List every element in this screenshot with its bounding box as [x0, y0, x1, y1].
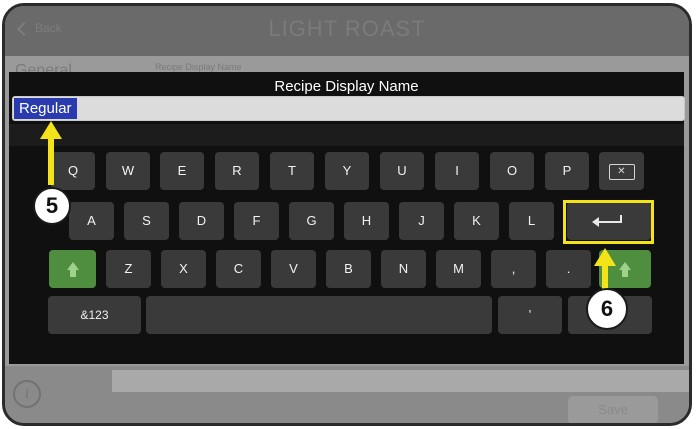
key-apostrophe[interactable]: ' [498, 296, 562, 334]
key-i[interactable]: I [435, 152, 479, 190]
key-o[interactable]: O [490, 152, 534, 190]
key-q[interactable]: Q [51, 152, 95, 190]
key-v[interactable]: V [271, 250, 316, 288]
key-w[interactable]: W [106, 152, 150, 190]
key-a[interactable]: A [69, 202, 114, 240]
arrow-6-shaft [602, 264, 608, 290]
key-j[interactable]: J [399, 202, 444, 240]
save-button[interactable]: Save [568, 396, 658, 423]
key-b[interactable]: B [326, 250, 371, 288]
shift-up-arrow-icon [65, 261, 81, 278]
key-k[interactable]: K [454, 202, 499, 240]
shift-left-key[interactable] [49, 250, 96, 288]
backspace-icon: ✕ [608, 163, 635, 180]
key-u[interactable]: U [380, 152, 424, 190]
key-comma[interactable]: , [491, 250, 536, 288]
key-z[interactable]: Z [106, 250, 151, 288]
space-key[interactable] [146, 296, 492, 334]
keyboard-title: Recipe Display Name [274, 78, 419, 95]
key-d[interactable]: D [179, 202, 224, 240]
selected-text: Regular [14, 98, 77, 119]
key-h[interactable]: H [344, 202, 389, 240]
key-s[interactable]: S [124, 202, 169, 240]
recipe-name-input[interactable]: Regular [12, 96, 685, 121]
key-period[interactable]: . [546, 250, 591, 288]
key-l[interactable]: L [509, 202, 554, 240]
bottom-strip [112, 370, 689, 392]
key-f[interactable]: F [234, 202, 279, 240]
recipe-display-name-label: Recipe Display Name [155, 62, 242, 72]
key-t[interactable]: T [270, 152, 314, 190]
key-n[interactable]: N [381, 250, 426, 288]
callout-5: 5 [33, 187, 71, 225]
key-x[interactable]: X [161, 250, 206, 288]
keyboard-strip [9, 124, 684, 146]
key-m[interactable]: M [436, 250, 481, 288]
key-p[interactable]: P [545, 152, 589, 190]
shift-up-arrow-icon [617, 261, 633, 278]
top-bar: Back LIGHT ROAST [5, 6, 689, 56]
page-title: LIGHT ROAST [268, 16, 426, 41]
backspace-key[interactable]: ✕ [599, 152, 644, 190]
key-y[interactable]: Y [325, 152, 369, 190]
callout-6: 6 [586, 288, 628, 330]
info-icon[interactable]: i [13, 380, 41, 408]
symbols-key[interactable]: &123 [48, 296, 141, 334]
key-g[interactable]: G [289, 202, 334, 240]
key-e[interactable]: E [160, 152, 204, 190]
arrow-5-shaft [48, 137, 54, 185]
enter-key-highlight [563, 200, 654, 244]
key-c[interactable]: C [216, 250, 261, 288]
key-r[interactable]: R [215, 152, 259, 190]
